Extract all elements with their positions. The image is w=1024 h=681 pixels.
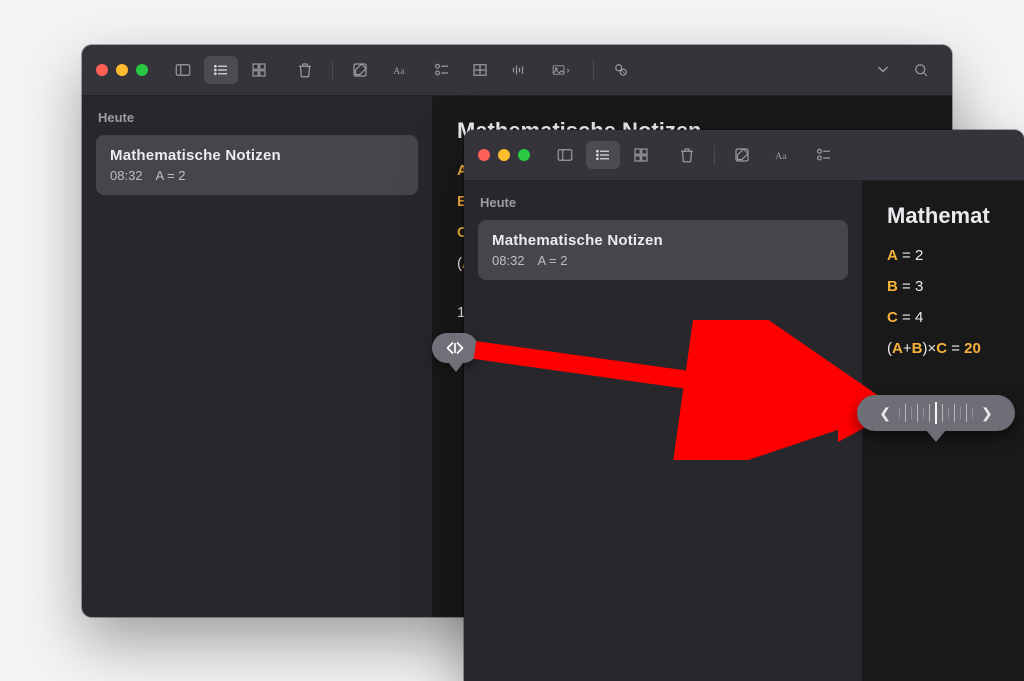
scrubber-expanded[interactable]: ❮ ❯ [857,395,1015,443]
grid-view-icon[interactable] [624,141,658,169]
svg-text:Aa: Aa [775,151,787,162]
zoom-icon[interactable] [136,64,148,76]
note-title: Mathematische Notizen [492,232,834,249]
svg-text:Aa: Aa [393,66,405,77]
separator [332,60,333,80]
close-icon[interactable] [478,149,490,161]
note-item[interactable]: Mathematische Notizen 08:32 A = 2 [96,135,418,195]
list-view-icon[interactable] [204,56,238,84]
table-icon[interactable] [463,56,497,84]
titlebar: Aa [82,45,952,96]
zoom-icon[interactable] [518,149,530,161]
minimize-icon[interactable] [498,149,510,161]
note-time: 08:32 [492,253,525,268]
titlebar: Aa [464,130,1024,181]
separator [593,60,594,80]
chevron-right-icon[interactable]: ❯ [981,405,993,422]
note-preview: A = 2 [537,253,567,268]
equation-line: C = 4 [887,309,1000,326]
list-view-icon[interactable] [586,141,620,169]
compose-icon[interactable] [343,56,377,84]
toolbar: Aa [166,56,938,84]
sidebar-toggle-icon[interactable] [548,141,582,169]
note-preview: A = 2 [155,168,185,183]
note-item[interactable]: Mathematische Notizen 08:32 A = 2 [478,220,848,280]
more-icon[interactable] [866,56,900,84]
link-icon[interactable] [604,56,638,84]
window-controls [96,64,148,76]
equation-line: (A+B)×C = 20 [887,340,1000,357]
audio-icon[interactable] [501,56,535,84]
notes-list: Heute Mathematische Notizen 08:32 A = 2 [82,96,433,617]
notes-list: Heute Mathematische Notizen 08:32 A = 2 [464,181,863,681]
note-subtitle: 08:32 A = 2 [492,253,834,268]
format-icon[interactable]: Aa [381,56,421,84]
doc-title: Mathemat [887,203,1000,229]
checklist-icon[interactable] [807,141,841,169]
separator [714,145,715,165]
note-title: Mathematische Notizen [110,147,404,164]
section-header: Heute [98,110,416,125]
grid-view-icon[interactable] [242,56,276,84]
chevron-left-icon[interactable]: ❮ [879,405,891,422]
note-time: 08:32 [110,168,143,183]
note-subtitle: 08:32 A = 2 [110,168,404,183]
scrubber-ticks[interactable] [899,403,973,423]
checklist-icon[interactable] [425,56,459,84]
sidebar-toggle-icon[interactable] [166,56,200,84]
window-controls [478,149,530,161]
trash-icon[interactable] [288,56,322,84]
scrubber-handle-collapsed[interactable] [432,333,480,373]
minimize-icon[interactable] [116,64,128,76]
search-icon[interactable] [904,56,938,84]
equation-line: B = 3 [887,278,1000,295]
close-icon[interactable] [96,64,108,76]
toolbar: Aa [548,141,1010,169]
format-icon[interactable]: Aa [763,141,803,169]
scrub-icon [445,341,465,355]
equation-line: A = 2 [887,247,1000,264]
trash-icon[interactable] [670,141,704,169]
media-icon[interactable] [539,56,583,84]
section-header: Heute [480,195,846,210]
compose-icon[interactable] [725,141,759,169]
